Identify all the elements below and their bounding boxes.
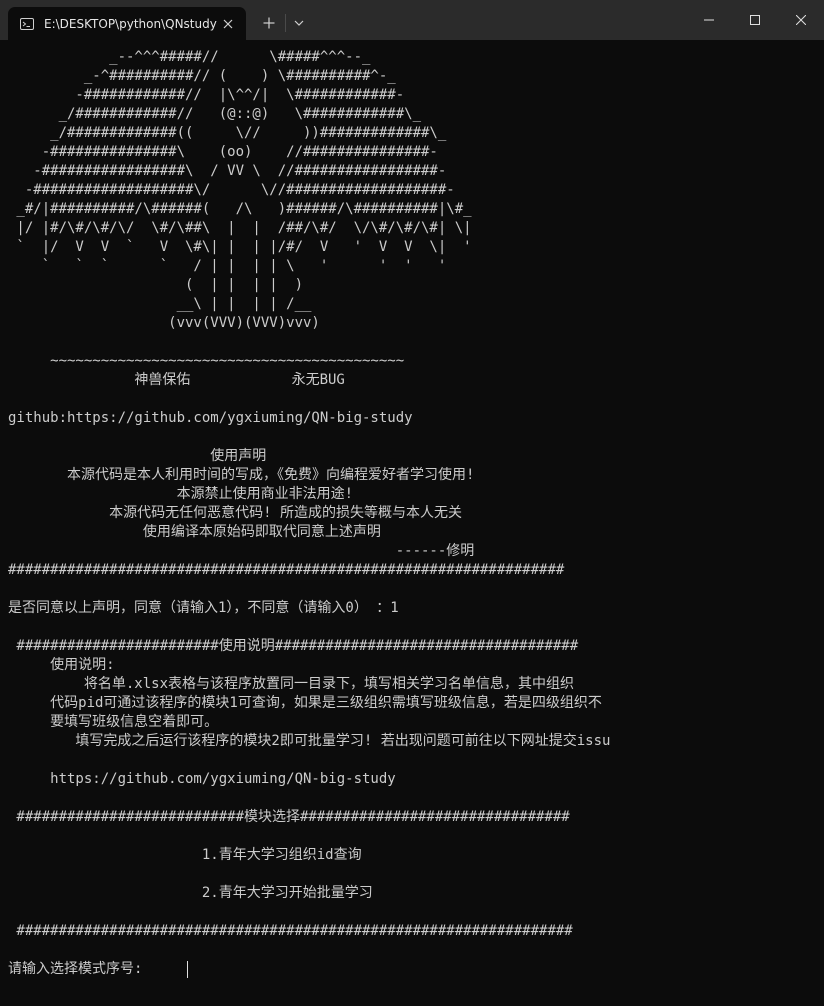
declaration-line: 本源禁止使用商业非法用途!	[8, 486, 354, 502]
close-icon[interactable]	[778, 0, 824, 40]
ascii-banner-line: (vvv(VVV)(VVV)vvv)	[8, 315, 320, 331]
usage-line: 将名单.xlsx表格与该程序放置同一目录下，填写相关学习名单信息，其中组织	[8, 676, 574, 692]
input-prompt: 请输入选择模式序号:	[8, 961, 143, 977]
ascii-banner-line: ( | | | | )	[8, 277, 304, 293]
chevron-down-icon[interactable]	[290, 12, 308, 34]
module-option: 2.青年大学习开始批量学习	[8, 885, 373, 901]
terminal-icon	[20, 17, 34, 31]
usage-line: 代码pid可通过该程序的模块1可查询，如果是三级组织需填写班级信息，若是四级组织…	[8, 695, 602, 711]
declaration-signature: ------修明	[8, 543, 475, 559]
declaration-line: 使用编译本原始码即取代同意上述声明	[8, 524, 381, 540]
ascii-banner-line: -############// |\^^/| \############-	[8, 87, 405, 103]
ascii-banner-line: _--^^^#####// \#####^^^--_	[8, 49, 371, 65]
declaration-title: 使用声明	[8, 448, 267, 464]
declaration-line: 本源代码是本人利用时间的写成，《免费》向编程爱好者学习使用!	[8, 467, 475, 483]
usage-url: https://github.com/ygxiuming/QN-big-stud…	[8, 771, 396, 787]
ascii-banner-line: ` |/ V V ` V \#\| | | |/#/ V ' V V \| '	[8, 239, 472, 255]
usage-line: 使用说明:	[8, 657, 115, 673]
declaration-line: 本源代码无任何恶意代码! 所造成的损失等概与本人无关	[8, 505, 463, 521]
ascii-banner-line: |/ |#/\#/\#/\/ \#/\##\ | | /##/\#/ \/\#/…	[8, 220, 472, 236]
ascii-banner-line: ` ` ` ` / | | | | \ ' ' ' '	[8, 258, 447, 274]
module-header: ###########################模块选择#########…	[8, 809, 570, 825]
ascii-banner-line: -###############\ (oo) //###############…	[8, 144, 438, 160]
tilde-divider: ~~~~~~~~~~~~~~~~~~~~~~~~~~~~~~~~~~~~~~~~…	[8, 353, 405, 369]
blessing-line: 神兽保佑 永无BUG	[8, 372, 345, 388]
terminal-tab[interactable]: E:\DESKTOP\python\QNstudy	[8, 7, 246, 40]
tab-separator	[285, 14, 286, 32]
minimize-icon[interactable]	[686, 0, 732, 40]
tab-title: E:\DESKTOP\python\QNstudy	[44, 16, 217, 31]
module-option: 1.青年大学习组织id查询	[8, 847, 362, 863]
ascii-banner-line: __\ | | | | /__	[8, 296, 312, 312]
ascii-banner-line: -###################\/ \//##############…	[8, 182, 455, 198]
maximize-icon[interactable]	[732, 0, 778, 40]
text-cursor[interactable]	[187, 961, 188, 978]
close-icon[interactable]	[220, 16, 236, 32]
usage-line: 填写完成之后运行该程序的模块2即可批量学习! 若出现问题可前往以下网址提交iss…	[8, 733, 611, 749]
title-bar: E:\DESKTOP\python\QNstudy	[0, 0, 824, 40]
usage-header: ########################使用说明############…	[8, 638, 579, 654]
github-line: github:https://github.com/ygxiuming/QN-b…	[8, 410, 413, 426]
ascii-banner-line: _/#############(( \// ))#############\_	[8, 125, 447, 141]
agree-prompt: 是否同意以上声明，同意（请输入1），不同意（请输入0） ：1	[8, 600, 399, 616]
ascii-banner-line: -#################\ / VV \ //###########…	[8, 163, 447, 179]
ascii-banner-line: _-^##########// ( ) \##########^-_	[8, 68, 396, 84]
terminal-output[interactable]: _--^^^#####// \#####^^^--_ _-^##########…	[0, 40, 824, 1006]
usage-line: 要填写班级信息空着即可。	[8, 714, 219, 730]
ascii-banner-line: _/############// (@::@) \############\_	[8, 106, 422, 122]
footer-hash-divider: ########################################…	[8, 923, 573, 939]
hash-divider: ########################################…	[8, 562, 565, 578]
ascii-banner-line: _#/|##########/\######( /\ )######/\####…	[8, 201, 472, 217]
plus-icon[interactable]	[258, 12, 280, 34]
